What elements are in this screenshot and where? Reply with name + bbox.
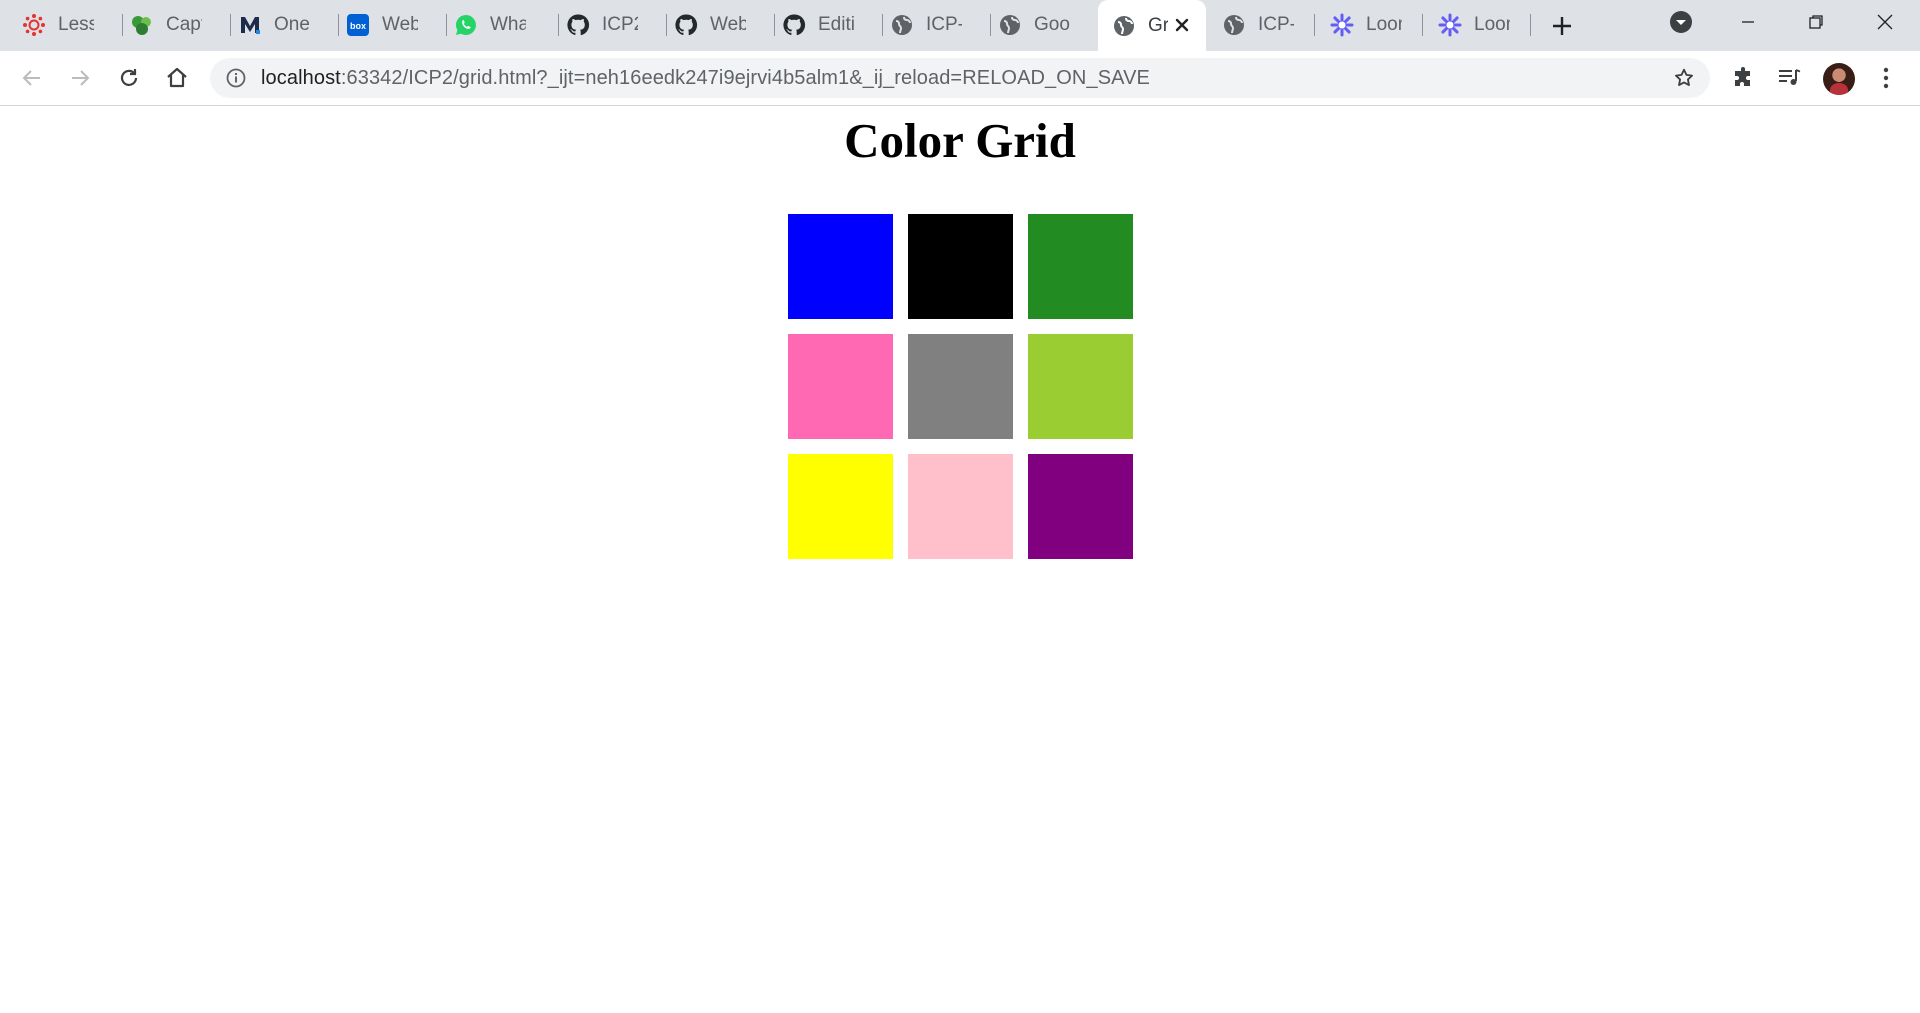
tab-1[interactable]: Captu [116, 8, 224, 42]
tab-6[interactable]: Web/I [660, 8, 768, 42]
browser-toolbar: localhost:63342/ICP2/grid.html?_ijt=neh1… [0, 51, 1920, 106]
playlist-music-icon [1779, 69, 1801, 85]
color-cell [788, 454, 893, 559]
color-cell [788, 334, 893, 439]
github-icon [782, 13, 806, 37]
page-title: Color Grid [844, 113, 1076, 168]
tab-13[interactable]: Loom [1424, 8, 1532, 42]
tab-3[interactable]: box Web_l [332, 8, 440, 42]
plus-icon [1553, 17, 1571, 35]
tab-divider [1422, 14, 1423, 36]
whatsapp-icon [454, 13, 478, 37]
media-control-button[interactable] [1774, 62, 1806, 94]
tab-5[interactable]: ICP2 - [552, 8, 660, 42]
address-bar[interactable]: localhost:63342/ICP2/grid.html?_ijt=neh1… [210, 58, 1710, 98]
tab-title: Web/I [710, 14, 746, 35]
tab-title: Whats [490, 14, 526, 35]
new-tab-button[interactable] [1548, 12, 1576, 40]
restore-icon [1809, 15, 1823, 29]
globe-icon [1112, 14, 1136, 38]
chevron-down-circle-icon [1670, 11, 1692, 33]
tab-title: ICP-2 [926, 14, 962, 35]
globe-icon [1222, 13, 1246, 37]
tab-11[interactable]: ICP-2 [1208, 8, 1316, 42]
greenshot-icon [130, 13, 154, 37]
github-icon [674, 13, 698, 37]
arrow-left-icon [22, 70, 40, 86]
url-path: :63342/ICP2/grid.html?_ijt=neh16eedk247i… [340, 67, 1150, 89]
site-info-icon[interactable] [224, 66, 248, 90]
tab-divider [1314, 14, 1315, 36]
profile-avatar[interactable] [1823, 63, 1855, 95]
home-button[interactable] [161, 62, 193, 94]
tab-title: Lessor [58, 14, 94, 35]
arrow-right-icon [72, 70, 90, 86]
color-cell [788, 214, 893, 319]
reload-button[interactable] [113, 62, 145, 94]
minimize-icon [1742, 21, 1754, 23]
back-button[interactable] [16, 62, 48, 94]
color-cell [908, 454, 1013, 559]
color-cell [908, 334, 1013, 439]
tab-search-button[interactable] [1658, 6, 1704, 38]
close-window-button[interactable] [1862, 6, 1908, 38]
m-logo-icon [238, 13, 262, 37]
color-cell [1028, 334, 1133, 439]
color-grid [788, 214, 1134, 560]
canvas-logo-icon [22, 13, 46, 37]
tab-title: Web_l [382, 14, 418, 35]
kebab-menu-icon [1883, 67, 1889, 89]
bookmark-star-icon[interactable] [1672, 66, 1696, 90]
tab-title: Googl [1034, 14, 1070, 35]
tab-title: ICP-2 [1258, 14, 1294, 35]
close-icon [1877, 14, 1893, 30]
tab-title: Editin [818, 14, 854, 35]
tab-4[interactable]: Whats [440, 8, 548, 42]
tab-divider [1530, 14, 1531, 36]
puzzle-icon [1735, 67, 1750, 86]
box-logo-icon: box [346, 13, 370, 37]
color-cell [1028, 214, 1133, 319]
minimize-button[interactable] [1725, 6, 1771, 38]
reload-icon [120, 69, 138, 86]
globe-icon [890, 13, 914, 37]
tab-0[interactable]: Lessor [8, 8, 116, 42]
loom-icon [1438, 13, 1462, 37]
tab-8[interactable]: ICP-2 [876, 8, 984, 42]
restore-button[interactable] [1793, 6, 1839, 38]
color-cell [908, 214, 1013, 319]
tab-title: Loom [1366, 14, 1402, 35]
globe-icon [998, 13, 1022, 37]
tab-title: Captu [166, 14, 202, 35]
home-icon [167, 67, 187, 88]
tab-10-active[interactable]: Gr [1098, 0, 1206, 51]
extensions-button[interactable] [1727, 62, 1759, 94]
tab-title: One c [274, 14, 310, 35]
forward-button[interactable] [64, 62, 96, 94]
github-icon [566, 13, 590, 37]
tab-7[interactable]: Editin [768, 8, 876, 42]
tab-title: ICP2 - [602, 14, 638, 35]
tab-title: Gr [1148, 14, 1168, 36]
tab-title: Loom [1474, 14, 1510, 35]
browser-menu-button[interactable] [1870, 62, 1902, 94]
svg-text:box: box [350, 21, 366, 31]
tab-strip: Lessor Captu One c box Web_l Whats ICP2 … [0, 0, 1920, 51]
tab-12[interactable]: Loom [1316, 8, 1424, 42]
close-tab-icon[interactable] [1170, 13, 1194, 37]
tab-9[interactable]: Googl [984, 8, 1092, 42]
tab-2[interactable]: One c [224, 8, 332, 42]
url-host: localhost [261, 67, 341, 89]
loom-icon [1330, 13, 1354, 37]
url-text[interactable]: localhost:63342/ICP2/grid.html?_ijt=neh1… [261, 67, 1150, 90]
color-cell [1028, 454, 1133, 559]
